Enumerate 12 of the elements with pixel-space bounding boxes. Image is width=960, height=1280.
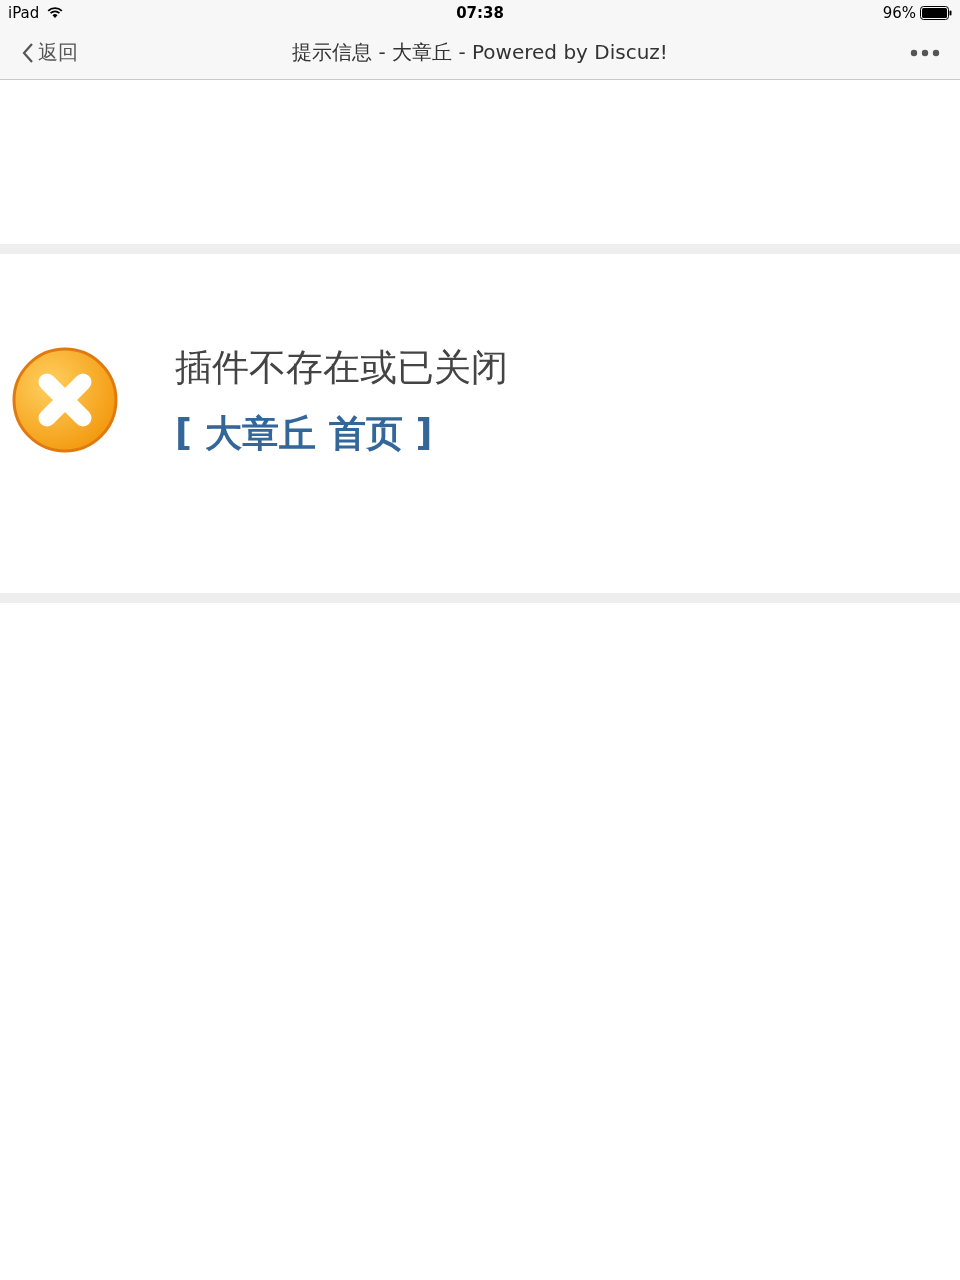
battery-percentage: 96% [882, 4, 916, 22]
page-title: 提示信息 - 大章丘 - Powered by Discuz! [292, 39, 668, 66]
wifi-icon [47, 7, 64, 19]
device-name: iPad [8, 4, 40, 22]
status-time: 07:38 [456, 4, 504, 22]
error-message: 插件不存在或已关闭 [175, 346, 508, 391]
back-button[interactable]: 返回 [22, 39, 78, 66]
more-icon[interactable] [910, 48, 940, 57]
homepage-link[interactable]: [ 大章丘 首页 ] [175, 412, 433, 457]
battery-icon [920, 6, 952, 20]
error-icon [11, 346, 119, 454]
back-icon [22, 41, 34, 64]
